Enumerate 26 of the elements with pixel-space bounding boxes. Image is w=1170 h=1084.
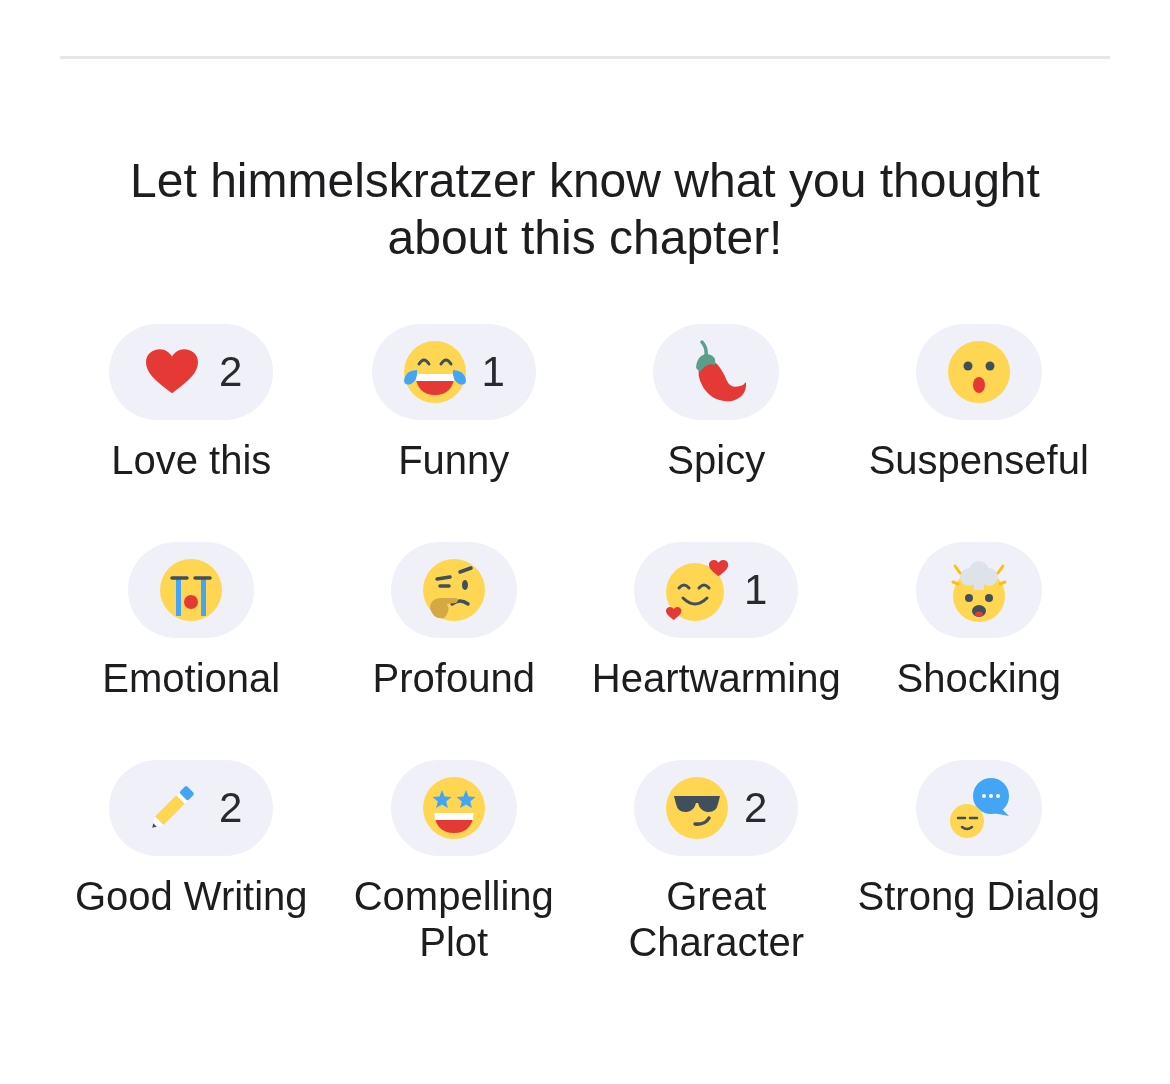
laughing-tears-face-icon (402, 340, 467, 404)
reaction-label: Shocking (896, 655, 1062, 701)
reaction-label: Heartwarming (591, 655, 841, 701)
reaction-label: Suspenseful (868, 437, 1089, 483)
star-eyes-face-icon (421, 776, 486, 840)
reaction-label: Love this (111, 437, 272, 483)
reaction-button[interactable]: 2 (109, 760, 274, 856)
surprised-face-icon (946, 340, 1011, 404)
reaction-button[interactable]: 2 (634, 760, 799, 856)
crying-face-icon (159, 558, 224, 622)
prompt-heading: Let himmelskratzer know what you thought about this chapter! (129, 153, 1041, 266)
heart-icon (146, 349, 199, 395)
thinking-face-icon (421, 558, 486, 622)
reaction-label: Good Writing (74, 873, 308, 919)
reaction-label: Strong Dialog (857, 873, 1100, 919)
sunglasses-face-icon (665, 776, 730, 840)
reaction-label: Funny (398, 437, 510, 483)
reaction-button[interactable]: 1 (634, 542, 799, 638)
reaction-label: Spicy (667, 437, 766, 483)
reaction-label: Emotional (102, 655, 281, 701)
reaction-button[interactable]: 1 (371, 324, 536, 420)
reaction-label: Profound (372, 655, 535, 701)
reaction-button[interactable]: 2 (109, 324, 274, 420)
smiling-face-hearts-icon (665, 558, 730, 622)
reaction-label: Great Character (627, 873, 806, 965)
reaction-label: Compelling Plot (352, 873, 555, 965)
